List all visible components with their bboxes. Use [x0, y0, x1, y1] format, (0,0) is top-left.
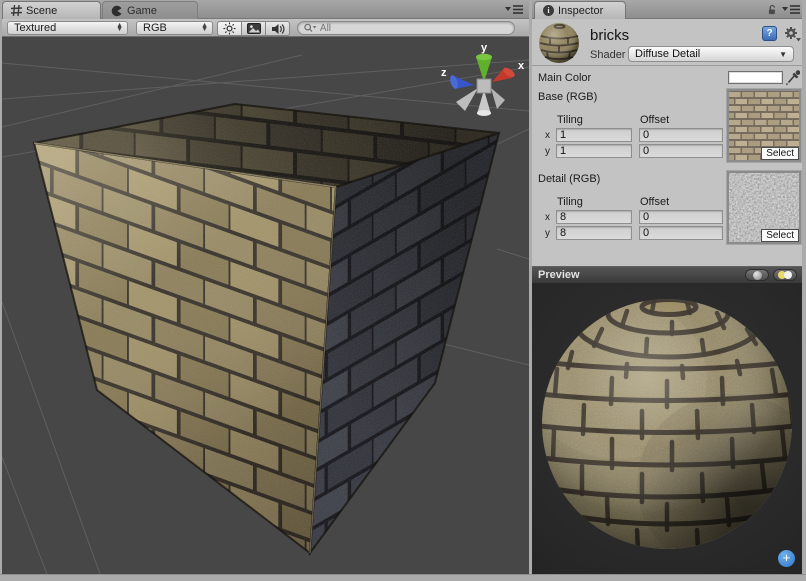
- base-section-title: Base (RGB): [538, 91, 597, 103]
- lighting-toggle-button[interactable]: [217, 21, 242, 36]
- preview-header: Preview: [532, 266, 802, 284]
- unity-editor-window: Scene Game Textured ▲▼ RGB ▲▼: [0, 0, 806, 581]
- base-offset-header: Offset: [640, 114, 669, 126]
- scene-toolbar: Textured ▲▼ RGB ▲▼: [2, 19, 529, 37]
- window-frame-left: [0, 0, 2, 574]
- brick-cube[interactable]: [22, 92, 512, 567]
- preview-viewport[interactable]: +: [532, 284, 802, 574]
- tab-inspector-label: Inspector: [558, 5, 603, 17]
- scene-grid-icon: [11, 5, 22, 16]
- detail-tiling-header: Tiling: [557, 196, 583, 208]
- search-input[interactable]: [320, 23, 508, 34]
- gizmo-z-label: z: [441, 67, 447, 79]
- tab-game[interactable]: Game: [102, 1, 198, 19]
- detail-offset-header: Offset: [640, 196, 669, 208]
- tab-game-label: Game: [127, 5, 157, 17]
- detail-texture-thumbnail[interactable]: Select: [727, 171, 801, 244]
- dropdown-arrows-icon: ▲▼: [201, 24, 208, 32]
- preview-lighting-toggle-button[interactable]: [773, 269, 797, 281]
- base-offset-y-field[interactable]: [639, 144, 723, 158]
- window-frame-right: [802, 0, 806, 574]
- dropdown-arrows-icon: ▲▼: [116, 24, 123, 32]
- gear-menu-icon[interactable]: [784, 26, 801, 42]
- preview-add-button[interactable]: +: [778, 550, 795, 567]
- base-texture-select-button[interactable]: Select: [761, 147, 799, 160]
- gizmo-y-axis[interactable]: [476, 57, 492, 82]
- eyedropper-icon[interactable]: [786, 69, 800, 85]
- base-row-y-label: y: [545, 146, 550, 157]
- draw-mode-dropdown[interactable]: Textured ▲▼: [7, 21, 128, 35]
- shader-label: Shader: [590, 49, 625, 61]
- audio-toggle-button[interactable]: [265, 21, 290, 36]
- color-mode-dropdown[interactable]: RGB ▲▼: [136, 21, 213, 35]
- scene-viewport[interactable]: y x z: [2, 37, 529, 574]
- sphere-icon: [753, 271, 762, 280]
- inspector-panel: i Inspector: [532, 0, 802, 574]
- info-icon: i: [543, 5, 554, 16]
- base-texture-thumbnail[interactable]: Select: [727, 89, 801, 162]
- detail-row-y-label: y: [545, 228, 550, 239]
- detail-section-title: Detail (RGB): [538, 173, 600, 185]
- base-tiling-header: Tiling: [557, 114, 583, 126]
- scene-orientation-gizmo[interactable]: y x z: [441, 42, 525, 116]
- tab-inspector[interactable]: i Inspector: [534, 1, 626, 19]
- inspector-lock-icon[interactable]: [766, 4, 778, 15]
- dropdown-caret-icon: ▼: [779, 50, 787, 59]
- scene-panel: Scene Game Textured ▲▼ RGB ▲▼: [2, 0, 529, 574]
- gizmo-gray-axis-left: [456, 88, 478, 111]
- light-white-icon: [784, 271, 792, 279]
- main-color-swatch[interactable]: [728, 71, 783, 84]
- scene-panel-menu-icon[interactable]: [505, 4, 523, 15]
- preview-title: Preview: [538, 269, 580, 281]
- search-icon: [304, 23, 317, 33]
- base-offset-x-field[interactable]: [639, 128, 723, 142]
- detail-tiling-y-field[interactable]: [556, 226, 632, 240]
- header-divider: [532, 65, 802, 66]
- preview-sphere: [532, 284, 802, 574]
- base-tiling-x-field[interactable]: [556, 128, 632, 142]
- inspector-tabbar: i Inspector: [532, 0, 802, 19]
- preview-sphere-toggle-button[interactable]: [745, 269, 769, 281]
- detail-row-x-label: x: [545, 212, 550, 223]
- tab-scene[interactable]: Scene: [2, 1, 101, 19]
- main-color-label: Main Color: [538, 72, 591, 84]
- tab-scene-label: Scene: [26, 5, 57, 17]
- sun-icon: [223, 22, 236, 35]
- inspector-panel-menu-icon[interactable]: [782, 4, 800, 15]
- scene-3d-view: y x z: [2, 37, 529, 574]
- base-tiling-y-field[interactable]: [556, 144, 632, 158]
- shader-dropdown[interactable]: Diffuse Detail ▼: [628, 46, 794, 62]
- render-effects-toggle-button[interactable]: [241, 21, 266, 36]
- gizmo-center-cube[interactable]: [477, 79, 491, 93]
- detail-offset-x-field[interactable]: [639, 210, 723, 224]
- window-frame-bottom: [0, 574, 806, 581]
- scene-tabbar: Scene Game: [2, 0, 529, 19]
- color-mode-value: RGB: [143, 22, 167, 34]
- game-icon: [111, 5, 123, 17]
- base-row-x-label: x: [545, 130, 550, 141]
- detail-texture-select-button[interactable]: Select: [761, 229, 799, 242]
- scene-search-field[interactable]: [297, 21, 515, 35]
- material-preview-ball: [538, 22, 580, 64]
- gizmo-y-label: y: [481, 42, 488, 54]
- help-button[interactable]: ?: [762, 26, 777, 41]
- detail-tiling-x-field[interactable]: [556, 210, 632, 224]
- detail-offset-y-field[interactable]: [639, 226, 723, 240]
- image-icon: [247, 23, 261, 34]
- material-inspector: bricks Shader Diffuse Detail ▼ ? Main Co…: [532, 19, 802, 266]
- draw-mode-value: Textured: [14, 22, 56, 34]
- shader-value: Diffuse Detail: [635, 48, 700, 60]
- speaker-icon: [271, 23, 285, 35]
- gizmo-x-label: x: [518, 60, 525, 72]
- gizmo-gray-axis-right: [491, 88, 505, 109]
- material-name: bricks: [590, 27, 629, 44]
